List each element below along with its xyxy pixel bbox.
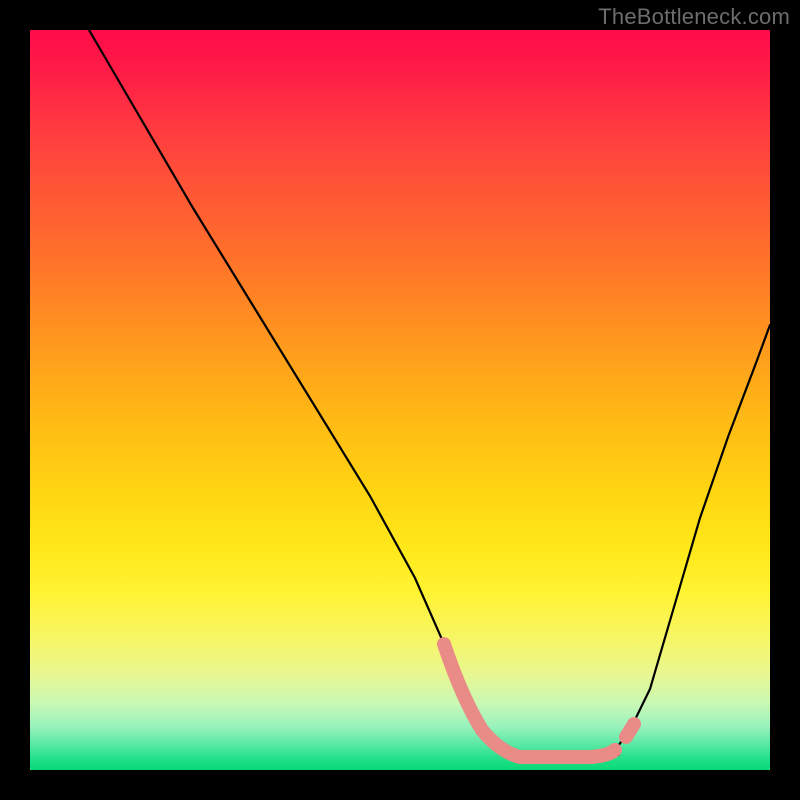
curve-right-branch [615,325,770,750]
flat-region-highlight [444,644,615,757]
plot-area [30,30,770,770]
flat-region-highlight-right-dot [626,724,634,737]
chart-frame: TheBottleneck.com [0,0,800,800]
watermark-text: TheBottleneck.com [598,4,790,30]
bottleneck-curve [30,30,770,770]
